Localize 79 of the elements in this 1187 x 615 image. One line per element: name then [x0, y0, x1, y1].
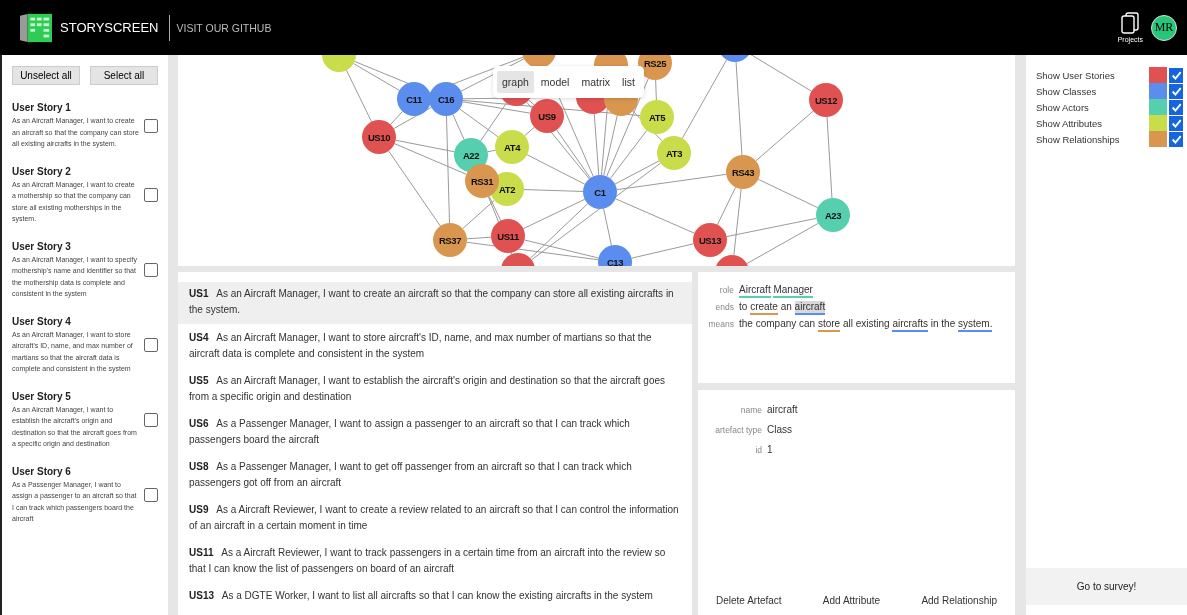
view-tab[interactable]: graph: [497, 71, 534, 93]
sidebar-button[interactable]: Select all: [90, 66, 158, 85]
legend-checkbox[interactable]: [1169, 115, 1183, 131]
story-title: User Story 3: [12, 240, 72, 252]
field-label: role: [718, 285, 734, 295]
artefact-button[interactable]: Add Attribute: [814, 592, 889, 609]
story-checkbox[interactable]: [144, 188, 158, 202]
story-part-text: to create an aircraft: [739, 301, 826, 312]
graph-edge: [487, 149, 496, 153]
legend-label: Show Relationships: [1036, 133, 1121, 145]
legend-checkbox[interactable]: [1169, 67, 1183, 83]
view-tab[interactable]: list: [617, 71, 640, 93]
field-value: aircraft: [767, 404, 798, 415]
story-title: User Story 5: [12, 390, 72, 402]
artefact-button[interactable]: Delete Artefact: [708, 592, 790, 609]
graph-node[interactable]: A23: [816, 198, 850, 232]
graph-node[interactable]: RS31: [465, 164, 499, 198]
graph-edge: [655, 79, 657, 101]
story-list-item[interactable]: US5 As an Aircraft Manager, I want to establish the aircraft's origin and destination so that the aircraft goes from a specific origin and destination: [178, 370, 692, 410]
story-title: User Story 4: [12, 315, 72, 327]
field-label: name: [739, 405, 762, 415]
graph-node[interactable]: US9: [530, 99, 564, 133]
logo-icon: [20, 12, 52, 43]
graph-node[interactable]: US10: [362, 120, 396, 154]
legend-checkbox[interactable]: [1169, 99, 1183, 115]
legend-label: Show Attributes: [1036, 117, 1103, 129]
legend-label: Show Classes: [1036, 85, 1098, 97]
sidebar-button[interactable]: Unselect all: [12, 66, 80, 85]
graph-node[interactable]: [501, 253, 535, 266]
graph-node[interactable]: RS43: [726, 155, 760, 189]
field-label: id: [754, 445, 762, 455]
story-part-text: the company can store all existing aircrafts in the system.: [739, 318, 993, 329]
story-title: User Story 1: [12, 102, 72, 113]
graph-node[interactable]: C13: [598, 245, 632, 266]
graph-edge: [757, 178, 819, 209]
story-checkbox[interactable]: [144, 118, 158, 133]
legend-label: Show Actors: [1036, 101, 1090, 113]
graph-edge: [749, 55, 812, 92]
graph-edge: [755, 110, 814, 162]
legend-checkbox[interactable]: [1169, 131, 1183, 147]
story-checkbox[interactable]: [144, 488, 158, 502]
field-label: artefact type: [714, 425, 762, 435]
field-value: 1: [767, 444, 773, 455]
brand-name: STORYSCREEN: [60, 20, 159, 35]
legend-checkbox[interactable]: [1169, 83, 1183, 99]
documents-icon: [1121, 12, 1140, 34]
story-list-item[interactable]: US9 As a Aircraft Reviewer, I want to create a review related to an aircraft so that I can control the information of an aircraft in a certain moment in time: [178, 499, 692, 539]
graph-node[interactable]: AT3: [657, 136, 691, 170]
story-list-item[interactable]: US8 As a Passenger Manager, I want to get off passenger from an aircraft so that I can track which passengers got off from an aircraft: [178, 456, 692, 496]
legend-label: Show User Stories: [1036, 69, 1116, 81]
story-title: User Story 2: [12, 165, 72, 177]
story-list-item[interactable]: US1 As an Aircraft Manager, I want to create an aircraft so that the company can store all existing aircrafts in the system.: [178, 282, 692, 324]
graph-node[interactable]: US12: [809, 83, 843, 117]
graph-node[interactable]: AT5: [640, 100, 674, 134]
artefact-button[interactable]: Add Relationship: [913, 592, 1005, 609]
graph-node[interactable]: C16: [429, 82, 463, 116]
field-label: ends: [714, 302, 734, 312]
graph-node[interactable]: [322, 55, 356, 72]
graph-node[interactable]: US13: [693, 223, 727, 257]
story-checkbox[interactable]: [144, 338, 158, 352]
field-label: means: [707, 319, 734, 329]
story-part-text: Aircraft Manager: [739, 284, 813, 295]
view-tab[interactable]: model: [535, 71, 575, 93]
story-checkbox[interactable]: [144, 263, 158, 277]
graph-node[interactable]: RS37: [433, 223, 467, 257]
story-list-item[interactable]: US11 As a Aircraft Reviewer, I want to track passengers in a certain time from an aircraft into the review so that I can know the list of passengers on board of an aircraft: [178, 542, 692, 582]
field-value: Class: [767, 424, 792, 435]
survey-button[interactable]: Go to survey!: [1026, 568, 1187, 605]
graph-node[interactable]: AT4: [495, 130, 529, 164]
story-list-item[interactable]: US4 As an Aircraft Manager, I want to store aircraft's ID, name, and max number of martians so that the aircraft data is complete and consistent in the system: [178, 327, 692, 367]
graph-node[interactable]: C11: [397, 82, 431, 116]
view-tab[interactable]: matrix: [576, 71, 616, 93]
story-title: User Story 6: [12, 465, 72, 477]
user-avatar[interactable]: MR: [1151, 14, 1177, 41]
story-list-item[interactable]: US13 As a DGTE Worker, I want to list all aircrafts so that I can know the existing aircrafts in the system: [178, 585, 692, 609]
graph-node[interactable]: C1: [583, 175, 617, 209]
github-link[interactable]: VISIT OUR GITHUB: [176, 21, 272, 34]
story-checkbox[interactable]: [144, 413, 158, 427]
story-list-item[interactable]: US6 As a Passenger Manager, I want to assign a passenger to an aircraft so that I can track which passengers board the aircraft: [178, 413, 692, 453]
